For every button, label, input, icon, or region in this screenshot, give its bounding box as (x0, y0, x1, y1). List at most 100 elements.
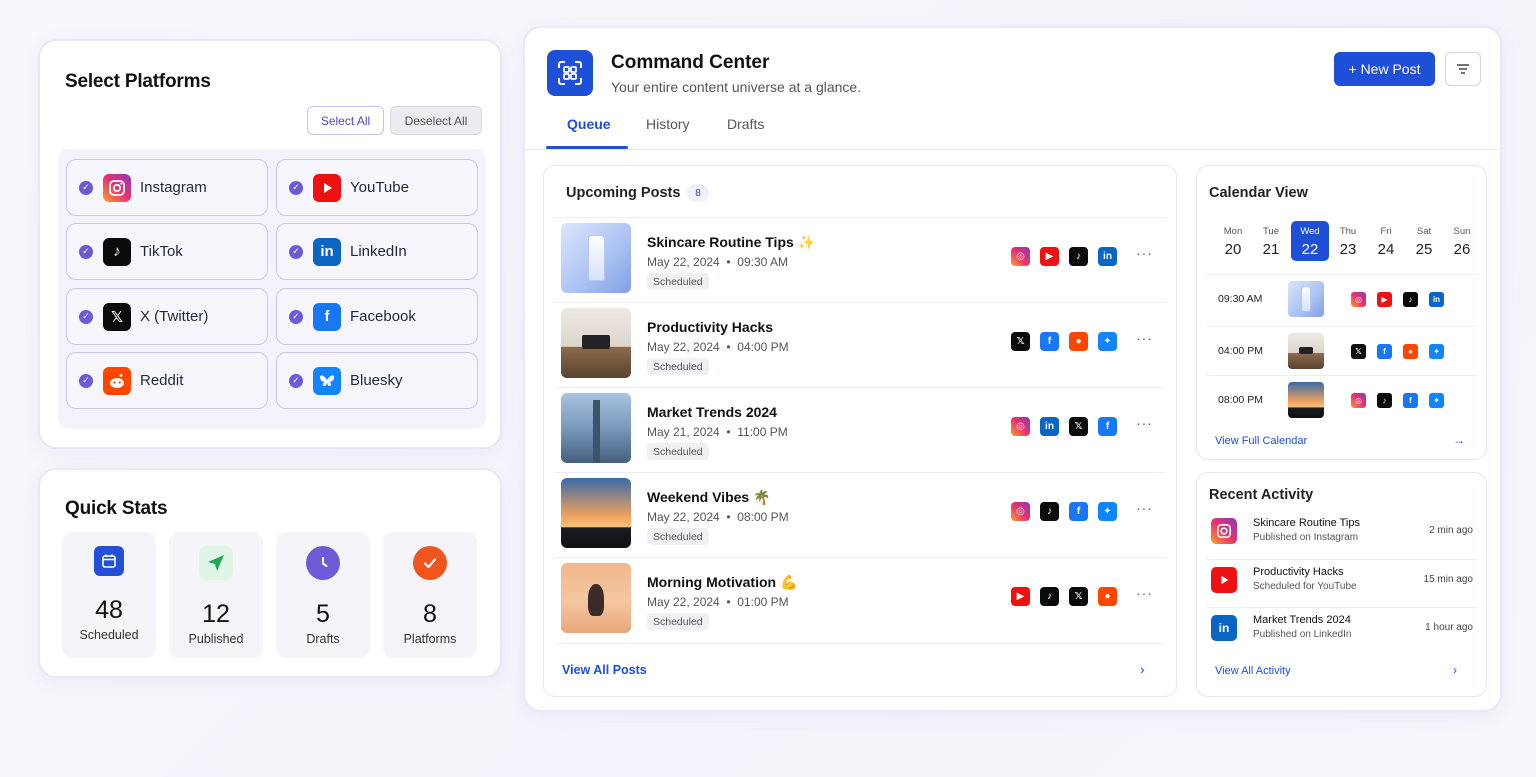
calendar-slot[interactable]: 04:00 PM 𝕏 f ● ✦ (1207, 326, 1477, 376)
calendar-slot[interactable]: 08:00 PM ◎ ♪ f ✦ (1207, 375, 1477, 425)
activity-subtitle: Published on LinkedIn (1253, 629, 1352, 640)
page-title: Command Center (611, 52, 770, 73)
platform-youtube[interactable]: ✓ YouTube (276, 159, 478, 216)
separator: • (726, 255, 731, 269)
slot-thumbnail (1288, 382, 1324, 418)
calendar-day[interactable]: Sat 25 (1405, 221, 1443, 261)
platform-bluesky[interactable]: ✓ Bluesky (276, 352, 478, 409)
x-icon: 𝕏 (103, 302, 131, 331)
calendar-day[interactable]: Sun 26 (1443, 221, 1481, 261)
calendar-day[interactable]: Fri 24 (1367, 221, 1405, 261)
instagram-icon: ◎ (1351, 292, 1366, 307)
tab-bar: Queue History Drafts (525, 108, 1502, 150)
post-datetime: May 22, 2024 • 04:00 PM (647, 340, 789, 354)
checkmark-icon: ✓ (289, 373, 303, 388)
platform-grid: ✓ Instagram ✓ YouTube ✓ ♪ TikTok ✓ in Li… (58, 149, 486, 429)
arrow-right-icon[interactable]: → (1453, 433, 1465, 447)
upcoming-posts-panel: Upcoming Posts 8 Skincare Routine Tips ✨… (543, 165, 1177, 697)
more-options-button[interactable]: ··· (1136, 585, 1153, 601)
activity-subtitle: Scheduled for YouTube (1253, 581, 1357, 592)
tiktok-icon: ♪ (1377, 393, 1392, 408)
post-title: Morning Motivation 💪 (647, 574, 798, 590)
view-all-posts-link[interactable]: View All Posts (562, 663, 647, 677)
platform-instagram[interactable]: ✓ Instagram (66, 159, 268, 216)
activity-item[interactable]: Skincare Routine Tips Published on Insta… (1207, 511, 1477, 559)
tab-queue[interactable]: Queue (567, 116, 611, 132)
platform-reddit[interactable]: ✓ Reddit (66, 352, 268, 409)
slot-time: 09:30 AM (1218, 293, 1263, 305)
checkmark-icon: ✓ (289, 244, 303, 259)
platform-label: Instagram (140, 179, 207, 196)
platform-tiktok[interactable]: ✓ ♪ TikTok (66, 223, 268, 280)
post-time: 04:00 PM (737, 340, 789, 354)
x-icon: 𝕏 (1351, 344, 1366, 359)
day-name: Sat (1416, 226, 1432, 237)
calendar-day[interactable]: Mon 20 (1214, 221, 1252, 261)
post-row[interactable]: Morning Motivation 💪 May 22, 2024 • 01:0… (554, 557, 1166, 644)
status-badge: Scheduled (647, 613, 709, 630)
new-post-button[interactable]: + New Post (1334, 52, 1435, 86)
linkedin-icon: in (1211, 615, 1237, 641)
activity-title: Productivity Hacks (1253, 566, 1344, 578)
platform-label: Facebook (350, 308, 416, 325)
upcoming-posts-title: Upcoming Posts (566, 185, 681, 201)
deselect-all-button[interactable]: Deselect All (390, 106, 482, 135)
more-options-button[interactable]: ··· (1136, 330, 1153, 346)
stat-platforms: 8 Platforms (383, 532, 477, 658)
activity-item[interactable]: Productivity Hacks Scheduled for YouTube… (1207, 559, 1477, 607)
calendar-day[interactable]: Tue 21 (1252, 221, 1290, 261)
separator: • (726, 510, 731, 524)
post-date: May 22, 2024 (647, 340, 720, 354)
calendar-day-selected[interactable]: Wed 22 (1291, 221, 1329, 261)
platform-linkedin[interactable]: ✓ in LinkedIn (276, 223, 478, 280)
stat-scheduled: 48 Scheduled (62, 532, 156, 658)
separator: • (726, 425, 731, 439)
page-subtitle: Your entire content universe at a glance… (611, 79, 862, 95)
slot-thumbnail (1288, 333, 1324, 369)
post-row[interactable]: Market Trends 2024 May 21, 2024 • 11:00 … (554, 387, 1166, 472)
slot-time: 08:00 PM (1218, 394, 1263, 406)
activity-title: Skincare Routine Tips (1253, 517, 1360, 529)
calendar-icon (94, 546, 124, 576)
post-row[interactable]: Weekend Vibes 🌴 May 22, 2024 • 08:00 PM … (554, 472, 1166, 557)
post-row[interactable]: Skincare Routine Tips ✨ May 22, 2024 • 0… (554, 217, 1166, 302)
chevron-right-icon[interactable]: › (1453, 663, 1457, 677)
filter-button[interactable] (1445, 52, 1481, 86)
more-options-button[interactable]: ··· (1136, 500, 1153, 516)
instagram-icon: ◎ (1011, 247, 1030, 266)
select-platforms-title: Select Platforms (65, 71, 211, 92)
bluesky-icon: ✦ (1429, 344, 1444, 359)
instagram-icon: ◎ (1011, 502, 1030, 521)
calendar-panel: Calendar View Mon 20 Tue 21 Wed 22 Thu 23 Fr… (1196, 165, 1487, 460)
bluesky-icon: ✦ (1098, 332, 1117, 351)
calendar-day[interactable]: Thu 23 (1329, 221, 1367, 261)
view-all-activity-link[interactable]: View All Activity (1215, 665, 1291, 677)
platform-facebook[interactable]: ✓ f Facebook (276, 288, 478, 345)
tab-drafts[interactable]: Drafts (727, 116, 764, 132)
activity-item[interactable]: in Market Trends 2024 Published on Linke… (1207, 607, 1477, 655)
post-thumbnail (561, 223, 631, 293)
day-number: 26 (1453, 241, 1471, 258)
more-options-button[interactable]: ··· (1136, 245, 1153, 261)
view-full-calendar-link[interactable]: View Full Calendar (1215, 435, 1307, 447)
day-number: 23 (1339, 241, 1357, 258)
send-icon (199, 546, 233, 580)
tab-history[interactable]: History (646, 116, 690, 132)
post-datetime: May 22, 2024 • 01:00 PM (647, 595, 789, 609)
post-row[interactable]: Productivity Hacks May 22, 2024 • 04:00 … (554, 302, 1166, 387)
checkmark-icon: ✓ (79, 244, 93, 259)
select-all-button[interactable]: Select All (307, 106, 384, 135)
checkmark-icon: ✓ (79, 373, 93, 388)
more-options-button[interactable]: ··· (1136, 415, 1153, 431)
scan-icon (547, 50, 593, 96)
youtube-icon: ▶ (1011, 587, 1030, 606)
count-badge: 8 (687, 184, 709, 202)
platform-x[interactable]: ✓ 𝕏 X (Twitter) (66, 288, 268, 345)
status-badge: Scheduled (647, 273, 709, 290)
tiktok-icon: ♪ (1040, 587, 1059, 606)
calendar-slot[interactable]: 09:30 AM ◎ ▶ ♪ in (1207, 274, 1477, 324)
post-thumbnail (561, 478, 631, 548)
post-title: Productivity Hacks (647, 319, 774, 335)
post-thumbnail (561, 563, 631, 633)
chevron-right-icon[interactable]: › (1140, 661, 1145, 677)
